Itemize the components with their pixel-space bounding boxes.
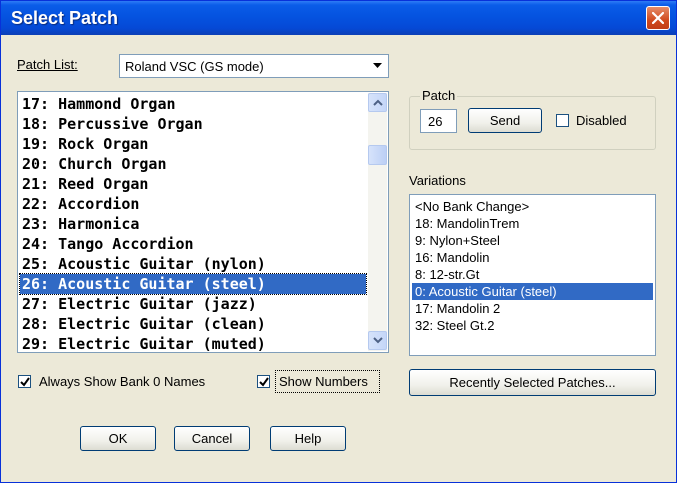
patch-list-item[interactable]: 28: Electric Guitar (clean) — [20, 314, 366, 334]
variation-item[interactable]: 9: Nylon+Steel — [412, 232, 653, 249]
variation-item[interactable]: <No Bank Change> — [412, 198, 653, 215]
patch-group-title: Patch — [420, 88, 458, 103]
patch-list-item[interactable]: 25: Acoustic Guitar (nylon) — [20, 254, 366, 274]
variation-item[interactable]: 18: MandolinTrem — [412, 215, 653, 232]
always-show-bank-checkbox[interactable] — [18, 375, 31, 388]
patch-list-dropdown[interactable]: Roland VSC (GS mode) — [119, 54, 389, 78]
variations-listbox[interactable]: <No Bank Change> 18: MandolinTrem 9: Nyl… — [409, 194, 656, 356]
close-icon — [652, 12, 664, 24]
patch-list-item[interactable]: 17: Hammond Organ — [20, 94, 366, 114]
patch-list-item[interactable]: 21: Reed Organ — [20, 174, 366, 194]
variation-item[interactable]: 17: Mandolin 2 — [412, 300, 653, 317]
patch-number-field[interactable]: 26 — [420, 109, 457, 133]
patch-list-item[interactable]: 27: Electric Guitar (jazz) — [20, 294, 366, 314]
patch-list-label: Patch List: — [17, 57, 78, 72]
recently-selected-patches-button[interactable]: Recently Selected Patches... — [409, 369, 656, 396]
patch-list-selected: Roland VSC (GS mode) — [125, 59, 264, 74]
patch-list-item-selected[interactable]: 26: Acoustic Guitar (steel) — [19, 273, 367, 295]
disabled-label: Disabled — [576, 113, 627, 128]
always-show-bank-label: Always Show Bank 0 Names — [39, 374, 206, 389]
variation-item[interactable]: 8: 12-str.Gt — [412, 266, 653, 283]
variations-label: Variations — [409, 173, 466, 188]
show-numbers-checkbox[interactable] — [257, 375, 270, 388]
patch-list-item[interactable]: 24: Tango Accordion — [20, 234, 366, 254]
patch-list-item[interactable]: 19: Rock Organ — [20, 134, 366, 154]
variation-item[interactable]: 32: Steel Gt.2 — [412, 317, 653, 334]
patch-list-item[interactable]: 22: Accordion — [20, 194, 366, 214]
patch-list-scrollbar[interactable] — [368, 93, 387, 351]
variation-item-selected[interactable]: 0: Acoustic Guitar (steel) — [412, 283, 653, 300]
chevron-down-icon — [373, 337, 383, 344]
title-bar[interactable]: Select Patch — [1, 1, 676, 35]
checkmark-icon — [259, 377, 269, 387]
show-numbers-label: Show Numbers — [279, 374, 368, 389]
disabled-checkbox[interactable] — [556, 114, 569, 127]
dropdown-arrow-button[interactable] — [368, 56, 387, 76]
chevron-down-icon — [373, 63, 382, 68]
dialog-title: Select Patch — [11, 8, 119, 28]
checkmark-icon — [20, 377, 30, 387]
patch-list-item[interactable]: 18: Percussive Organ — [20, 114, 366, 134]
select-patch-dialog: Select Patch Patch List: Roland VSC (GS … — [0, 0, 677, 483]
scroll-thumb[interactable] — [368, 145, 387, 165]
chevron-up-icon — [373, 99, 383, 106]
patch-listbox[interactable]: 17: Hammond Organ 18: Percussive Organ 1… — [17, 91, 389, 353]
ok-button[interactable]: OK — [80, 426, 156, 451]
help-button[interactable]: Help — [270, 426, 346, 451]
send-button[interactable]: Send — [468, 108, 542, 133]
patch-list-item[interactable]: 23: Harmonica — [20, 214, 366, 234]
close-button[interactable] — [646, 6, 670, 30]
scroll-up-button[interactable] — [368, 93, 387, 112]
patch-list-item[interactable]: 29: Electric Guitar (muted) — [20, 334, 366, 352]
variation-item[interactable]: 16: Mandolin — [412, 249, 653, 266]
cancel-button[interactable]: Cancel — [174, 426, 250, 451]
patch-list-item[interactable]: 20: Church Organ — [20, 154, 366, 174]
scroll-down-button[interactable] — [368, 331, 387, 350]
